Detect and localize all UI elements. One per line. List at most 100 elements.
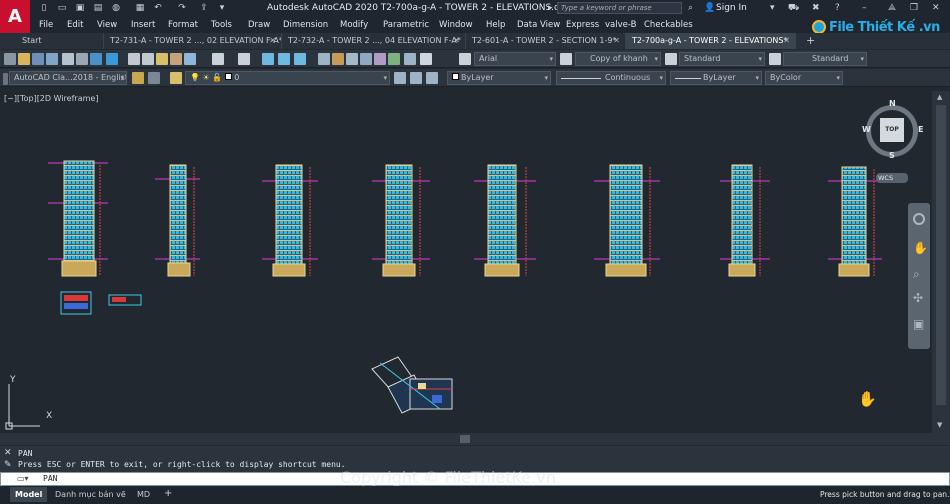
help-icon[interactable]: ? [835,3,840,13]
scroll-down-icon[interactable]: ▼ [937,421,942,429]
redo-icon[interactable] [238,53,250,65]
save-icon[interactable]: ▣ [74,3,86,14]
open-folder-icon[interactable]: ▭ [56,3,68,14]
menu-tools[interactable]: Tools [211,18,232,32]
layout-tab-model[interactable]: Model [10,487,48,502]
tab-t2-601[interactable]: T2-601-A - TOWER 2 - SECTION 1-9* ✕ [466,33,626,49]
tower-elevation[interactable] [372,164,430,277]
menu-modify[interactable]: Modify [340,18,368,32]
tower-elevation[interactable] [262,164,318,277]
open-icon[interactable] [18,53,30,65]
save-as-icon[interactable]: ▤ [92,3,104,14]
3d-print-icon[interactable] [106,53,118,65]
workspace-select[interactable]: AutoCAD Cla...2018 - Englist ▾ [9,71,127,85]
menu-dimension[interactable]: Dimension [283,18,328,32]
text-style-select[interactable]: Arial ▾ [474,52,556,66]
layer-properties-icon[interactable] [170,72,182,84]
menu-view[interactable]: View [97,18,117,32]
compass-west[interactable]: W [862,125,871,134]
tab-t2-731[interactable]: T2-731-A - TOWER 2 ..., 02 ELEVATION F-A… [104,33,282,49]
quickcalc-icon[interactable] [388,53,400,65]
tower-elevation[interactable] [720,164,770,277]
pan-icon[interactable] [262,53,274,65]
search-icon[interactable]: ⌕ [688,3,693,13]
orbit-icon[interactable]: ✣ [913,291,923,305]
tower-elevation[interactable] [594,164,660,277]
tab-close-icon[interactable]: ✕ [453,33,460,49]
quick-access-dropdown-icon[interactable]: ▾ [216,3,228,14]
tower-elevation[interactable] [828,166,882,277]
vertical-scroll-thumb[interactable] [936,105,946,405]
horizontal-scrollbar[interactable] [0,433,950,445]
design-center-icon[interactable] [332,53,344,65]
multileader-style-select[interactable]: Standard ▾ [783,52,867,66]
layer-select[interactable]: 💡 ☀ 🔓 0 ▾ [185,71,390,85]
make-current-icon[interactable] [394,72,406,84]
new-tab-icon[interactable]: + [806,33,815,49]
menu-window[interactable]: Window [439,18,473,32]
cart-icon[interactable]: ⛟ [788,3,799,14]
tower-elevation[interactable] [48,160,108,277]
cut-icon[interactable] [128,53,140,65]
add-layout-icon[interactable]: + [164,488,172,499]
drawing-canvas[interactable] [0,91,932,433]
share-icon[interactable]: ⇪ [198,3,210,14]
sheet-set-icon[interactable] [360,53,372,65]
workspace-settings-icon[interactable] [132,72,144,84]
menu-help[interactable]: Help [486,18,505,32]
user-icon[interactable]: 👤 [704,3,715,13]
autodesk-app-icon[interactable]: ⟁ [888,3,896,13]
undo-icon[interactable]: ↶ [152,3,164,14]
redo-icon[interactable]: ↷ [176,3,188,14]
autocad-logo[interactable]: A [0,0,30,33]
tower-elevation[interactable] [474,164,536,277]
tab-t2-732[interactable]: T2-732-A - TOWER 2 ..., 04 ELEVATION F-A… [282,33,466,49]
text-icon[interactable] [404,53,416,65]
command-close-icon[interactable]: ✕ [4,448,12,458]
zoom-realtime-icon[interactable] [278,53,290,65]
compass-north[interactable]: N [889,99,896,108]
scroll-up-icon[interactable]: ▲ [937,93,942,101]
markup-icon[interactable] [374,53,386,65]
match-properties-icon[interactable] [170,53,182,65]
preview-icon[interactable] [76,53,88,65]
menu-file[interactable]: File [39,18,53,32]
pan-icon[interactable]: ✋ [913,241,928,255]
undo-icon[interactable] [212,53,224,65]
menu-edit[interactable]: Edit [67,18,83,32]
print-icon[interactable]: ▦ [134,3,146,14]
detail-block[interactable] [108,294,142,306]
tab-close-icon[interactable]: ✕ [269,33,276,49]
floor-plan[interactable] [371,356,453,414]
lineweight-select[interactable]: ByLayer ▾ [670,71,762,85]
command-settings-icon[interactable]: ✎ [4,460,12,470]
layer-previous-icon[interactable] [410,72,422,84]
zoom-icon[interactable]: ⌕ [913,267,920,282]
copy-icon[interactable] [142,53,154,65]
menu-data-view[interactable]: Data View [517,18,560,32]
vertical-scrollbar[interactable]: ▲ ▼ [932,91,950,433]
menu-draw[interactable]: Draw [248,18,270,32]
new-icon[interactable] [4,53,16,65]
search-expand-icon[interactable]: ▸ [548,3,553,13]
tab-close-icon[interactable]: ✕ [613,33,620,49]
layer-state-icon[interactable] [426,72,438,84]
showmotion-icon[interactable]: ▣ [913,317,924,331]
qnew-icon[interactable] [46,53,58,65]
restore-icon[interactable]: ❐ [910,3,918,13]
wcs-menu[interactable]: WCS [876,173,908,183]
sign-in-button[interactable]: Sign In [716,3,747,13]
exchange-icon[interactable]: ✖ [812,3,820,13]
dim-style-select[interactable]: Copy of khanh ▾ [575,52,661,66]
menu-express[interactable]: Express [566,18,599,32]
properties-icon[interactable] [318,53,330,65]
menu-format[interactable]: Format [168,18,198,32]
drawing-viewport[interactable]: [−][Top][2D Wireframe] Y X TOP N S E W W… [0,91,932,433]
menu-valve-b[interactable]: valve-B [605,18,636,32]
command-recent-icon[interactable]: ▭▾ [17,474,29,483]
tool-palettes-icon[interactable] [346,53,358,65]
horizontal-scroll-thumb[interactable] [460,435,470,443]
viewcube[interactable]: TOP N S E W [862,99,924,161]
linetype-select[interactable]: Continuous ▾ [556,71,666,85]
tab-close-icon[interactable]: ✕ [783,33,790,49]
